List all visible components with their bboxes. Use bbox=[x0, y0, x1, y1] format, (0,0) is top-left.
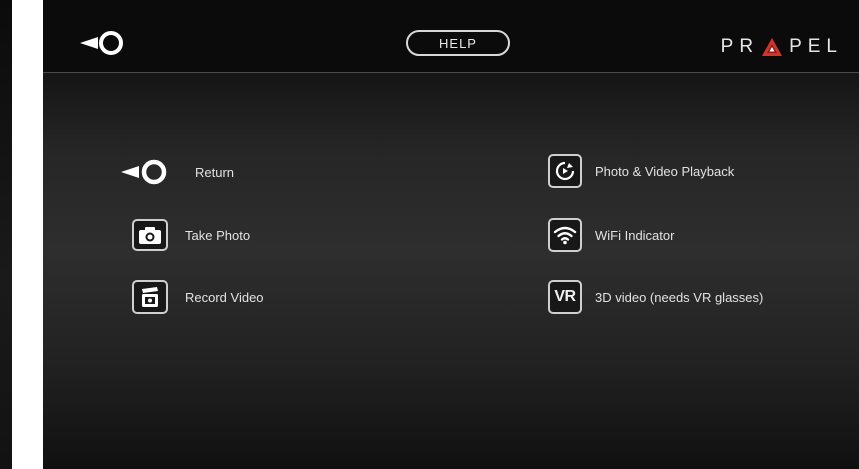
camera-icon-box bbox=[132, 219, 168, 251]
legend-label-return: Return bbox=[195, 164, 235, 180]
wifi-icon-box bbox=[548, 218, 582, 252]
return-icon-holder bbox=[119, 157, 179, 187]
help-button[interactable]: HELP bbox=[406, 30, 510, 56]
legend-item-take-photo: Take Photo bbox=[132, 218, 250, 252]
legend-item-playback: Photo & Video Playback bbox=[548, 154, 734, 188]
video-record-icon bbox=[142, 287, 158, 307]
video-icon-box bbox=[132, 280, 168, 314]
legend-label-vr: 3D video (needs VR glasses) bbox=[595, 289, 764, 305]
wifi-icon bbox=[553, 226, 577, 245]
legend-label-playback: Photo & Video Playback bbox=[595, 163, 735, 179]
left-panel-edge bbox=[0, 0, 12, 469]
help-screen: HELP PR PEL Return Take Photo Record Vid… bbox=[43, 0, 859, 469]
brand-name-right: PEL bbox=[789, 36, 843, 57]
legend-label-record-video: Record Video bbox=[185, 289, 264, 305]
legend-item-vr: VR 3D video (needs VR glasses) bbox=[548, 280, 763, 314]
brand-name-left: PR bbox=[720, 36, 760, 57]
legend-label-wifi: WiFi Indicator bbox=[595, 227, 675, 243]
playback-icon-box bbox=[548, 154, 582, 188]
camera-icon bbox=[139, 227, 161, 244]
legend-item-wifi: WiFi Indicator bbox=[548, 218, 674, 252]
legend-item-return: Return bbox=[119, 155, 234, 189]
brand-a-logo-icon bbox=[762, 38, 783, 56]
playback-icon bbox=[555, 161, 575, 181]
back-button[interactable] bbox=[76, 30, 136, 56]
legend-item-record-video: Record Video bbox=[132, 280, 264, 314]
brand-logo: PR PEL bbox=[683, 34, 843, 60]
top-bar: HELP PR PEL bbox=[43, 0, 859, 73]
back-icon bbox=[80, 31, 123, 55]
legend-label-take-photo: Take Photo bbox=[185, 227, 251, 243]
help-button-label: HELP bbox=[439, 35, 477, 51]
vr-icon: VR bbox=[548, 280, 582, 314]
back-icon bbox=[121, 159, 167, 185]
vr-icon-text: VR bbox=[554, 288, 576, 305]
